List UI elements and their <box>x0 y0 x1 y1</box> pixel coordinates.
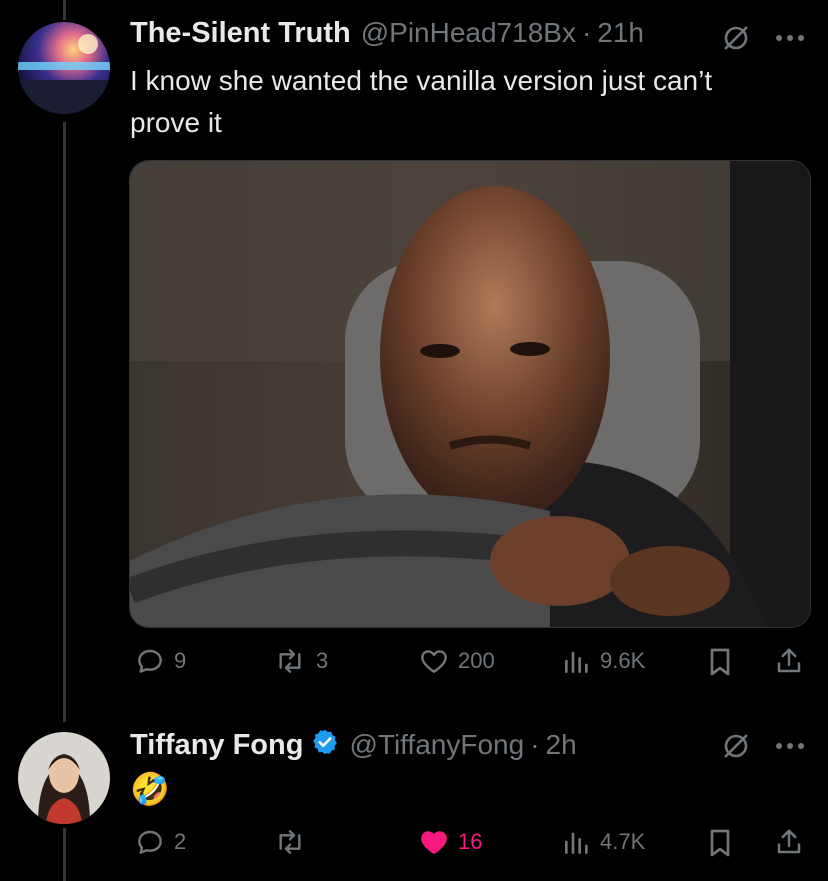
display-name[interactable]: Tiffany Fong <box>130 729 303 762</box>
tweet-header: The-Silent Truth @PinHead718Bx · 21h <box>130 17 644 50</box>
repost-icon <box>279 649 301 673</box>
user-handle[interactable]: @TiffanyFong <box>349 729 524 761</box>
bookmark-button[interactable] <box>703 645 737 679</box>
user-handle[interactable]: @PinHead718Bx <box>361 17 576 49</box>
share-button[interactable] <box>772 644 806 678</box>
reply-count: 2 <box>174 829 187 854</box>
bookmark-button[interactable] <box>703 826 737 860</box>
thread-line-bottom <box>63 828 66 881</box>
verified-badge-icon <box>311 728 339 756</box>
like-button[interactable]: 16 <box>418 826 482 858</box>
grok-icon[interactable] <box>718 20 754 56</box>
more-icon[interactable] <box>770 20 810 56</box>
separator: · <box>581 17 592 48</box>
thread-line <box>63 122 66 722</box>
separator: · <box>530 729 540 760</box>
heart-filled-icon <box>421 831 447 854</box>
bookmark-icon <box>710 648 730 676</box>
thread-line-top <box>63 0 66 20</box>
share-icon <box>777 648 801 673</box>
timestamp[interactable]: 2h <box>546 729 577 761</box>
tweet-media[interactable] <box>129 160 811 628</box>
avatar[interactable] <box>18 22 110 114</box>
heart-icon <box>421 650 447 673</box>
tweet-header: Tiffany Fong @TiffanyFong · 2h <box>130 726 577 762</box>
timestamp[interactable]: 21h <box>597 17 644 49</box>
media-image <box>130 161 810 627</box>
views-count: 4.7K <box>600 829 646 854</box>
repost-button[interactable] <box>272 826 316 858</box>
tweet-text: 🤣 <box>130 771 170 807</box>
tweet-text: I know she wanted the vanilla version ju… <box>130 65 713 138</box>
like-button[interactable]: 200 <box>418 645 495 677</box>
reply-button[interactable]: 2 <box>134 826 186 858</box>
repost-button[interactable]: 3 <box>272 645 328 677</box>
like-count: 200 <box>458 648 495 673</box>
reply-count: 9 <box>174 648 187 673</box>
like-count: 16 <box>458 829 483 854</box>
analytics-icon <box>565 651 588 673</box>
views-count: 9.6K <box>600 648 646 673</box>
analytics-icon <box>565 832 588 854</box>
reply-icon <box>138 649 162 673</box>
bookmark-icon <box>710 829 730 857</box>
avatar[interactable] <box>18 732 110 824</box>
grok-icon[interactable] <box>718 728 754 764</box>
reply-button[interactable]: 9 <box>134 645 186 677</box>
display-name[interactable]: The-Silent Truth <box>130 17 351 50</box>
views-button[interactable]: 9.6K <box>562 645 645 677</box>
share-icon <box>777 829 801 854</box>
repost-count: 3 <box>316 648 329 673</box>
views-button[interactable]: 4.7K <box>562 826 645 858</box>
more-icon[interactable] <box>770 728 810 764</box>
reply-icon <box>138 830 162 854</box>
repost-icon <box>279 830 301 854</box>
share-button[interactable] <box>772 825 806 859</box>
